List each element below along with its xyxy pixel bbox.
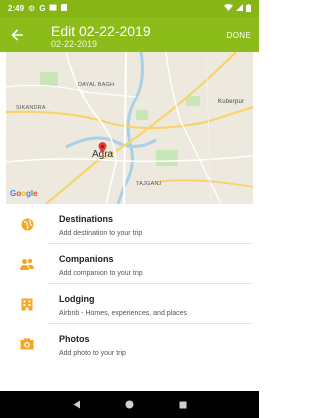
arrow-left-icon <box>11 29 23 41</box>
trip-sections-list: Destinations Add destination to your tri… <box>6 204 253 364</box>
signal-icon <box>236 4 243 13</box>
photos-row[interactable]: Photos Add photo to your trip <box>6 324 253 364</box>
companions-icon <box>20 257 34 271</box>
map-pin-icon[interactable] <box>98 142 107 154</box>
destinations-icon <box>20 217 34 231</box>
wifi-icon <box>224 4 233 13</box>
companions-row[interactable]: Companions Add companion to your trip <box>6 244 253 284</box>
destinations-title: Destinations <box>59 214 114 224</box>
map-label-tajganj: TAJGANJ <box>136 181 162 187</box>
message-icon <box>49 4 57 13</box>
page-subtitle: 02-22-2019 <box>51 39 98 49</box>
gear-icon: ⚙ <box>28 3 36 13</box>
destinations-row[interactable]: Destinations Add destination to your tri… <box>6 204 253 244</box>
map-label-sikandra: SIKANDRA <box>16 105 46 111</box>
photos-title: Photos <box>59 334 90 344</box>
destinations-subtitle: Add destination to your trip <box>59 230 143 237</box>
map-label-kuberpur: Kuberpur <box>218 99 245 105</box>
lodging-subtitle: Airbnb - Homes, experiences, and places <box>59 310 188 317</box>
google-g-icon: G <box>39 3 46 13</box>
photos-icon <box>20 337 34 351</box>
map-label-dayal-bagh: DAYAL BAGH <box>78 82 115 88</box>
page-title: Edit 02-22-2019 <box>51 23 151 39</box>
companions-subtitle: Add companion to your trip <box>59 270 143 277</box>
lodging-title: Lodging <box>59 294 95 304</box>
lodging-icon <box>20 297 34 311</box>
photos-subtitle: Add photo to your trip <box>59 350 126 357</box>
lodging-row[interactable]: Lodging Airbnb - Homes, experiences, and… <box>6 284 253 324</box>
google-logo: Google <box>10 189 38 198</box>
nav-back-icon[interactable] <box>70 398 84 412</box>
status-time: 2:49 <box>8 4 25 13</box>
nav-home-icon[interactable] <box>123 398 137 412</box>
map-view[interactable]: DAYAL BAGH SIKANDRA Kuberpur TAJGANJ Agr… <box>6 52 253 204</box>
back-button[interactable] <box>6 24 28 46</box>
sd-card-icon <box>61 4 68 13</box>
nav-recents-icon[interactable] <box>176 398 190 412</box>
app-bar: Edit 02-22-2019 02-22-2019 DONE <box>0 17 259 52</box>
battery-icon <box>246 3 251 14</box>
status-bar: 2:49 ⚙ G <box>0 0 259 17</box>
done-button[interactable]: DONE <box>227 31 251 40</box>
companions-title: Companions <box>59 254 114 264</box>
system-nav-bar <box>0 391 259 418</box>
map-roads <box>6 52 253 204</box>
